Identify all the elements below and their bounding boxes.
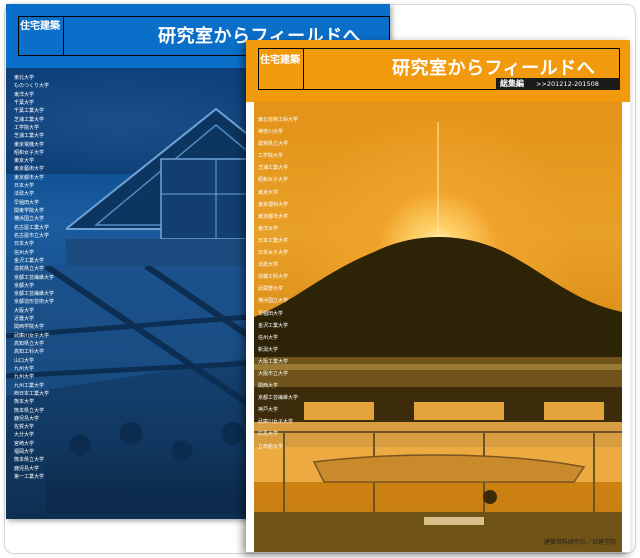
university-list-item: 鹿児島大学 [14,465,40,472]
university-list-item: 宮崎大学 [14,440,35,447]
university-list-item: 近畿大学 [14,316,35,323]
university-list-item: 京都工芸繊維大学 [14,291,55,298]
university-list-item: 立命館大学 [258,443,284,450]
university-list-item: 日本大学 [14,241,35,248]
university-list-item: 東京理科大学 [258,201,289,208]
date-range: >>201212-201508 [536,80,599,88]
university-list-item: 熊本大学 [14,399,35,406]
university-list-item: 京都造形芸術大学 [14,299,55,306]
university-list-item: 千葉大学 [14,99,35,106]
university-list-item: 京都工芸繊維大学 [14,274,55,281]
university-list-item: 前橋工科大学 [258,274,289,281]
university-list-item: 東京大学 [14,158,35,165]
university-list-item: 武庫川女子大学 [14,332,50,339]
university-list-item: 法政大学 [258,262,279,269]
university-list-item: 熊本県立大学 [14,457,45,464]
university-list-item: 東洋大学 [14,91,35,98]
university-list-item: 金沢工業大学 [14,257,45,264]
university-list-item: 名古屋工業大学 [14,224,50,231]
university-list-item: 鹿児島大学 [14,415,40,422]
university-list-item: 山口大学 [14,357,35,364]
university-list-item: 工学院大学 [14,124,40,131]
university-list-item: 第一工業大学 [14,474,45,480]
university-list-item: 西日本工業大学 [14,390,50,397]
university-list-item: 武蔵野大学 [258,286,284,293]
university-list-item: 新潟大学 [258,346,279,353]
university-list-item: 芝浦工業大学 [14,116,45,123]
university-list-item: 信州大学 [14,249,35,256]
university-list-item: 横浜国立大学 [258,298,289,305]
university-list-item: 佐賀大学 [14,424,35,431]
university-list-item: 九州大学 [14,374,35,381]
university-list-item: 芝浦工業大学 [14,133,45,140]
university-list-item: 日本女子大学 [258,250,289,257]
university-list-item: 日本工業大学 [258,237,289,244]
front-cover-orange: 住宅建築 研究室からフィールドへ 総集編 >>201212-201508 東北芸… [246,40,630,552]
university-list-item: 東京藝術大学 [14,166,45,173]
university-list-item: 金沢工業大学 [258,322,289,329]
university-list-item: 東京都市大学 [258,213,289,220]
front-university-list: 東北芸術工科大学 神奈川大学滋賀県立大学 工学院大学芝浦工業大学 昭和女子大学 東京大学… [258,114,368,453]
university-list-item: 京都工芸繊維大学 [258,395,299,402]
university-list-item: 早稲田大学 [258,310,284,317]
university-list-item: ものつくり大学 [14,83,50,90]
university-list-item: 昭和女子大学 [258,177,289,184]
front-cover-title: 研究室からフィールドへ [392,58,596,79]
university-list-item: 九州工業大学 [14,382,45,389]
university-list-item: 京都大学 [14,282,35,289]
university-list-item: 大阪市立大学 [258,370,289,377]
university-list-item: 神戸大学 [258,407,279,414]
university-list-item: 大分大学 [14,432,35,439]
university-list-item: 関西学院大学 [14,324,45,331]
university-list-item: 横浜国立大学 [14,216,45,223]
university-list-item: 福岡大学 [14,449,35,456]
university-list-item: 東北芸術工科大学 [258,117,299,123]
university-list-item: 関東学院大学 [14,208,45,214]
university-list-item: 関西大学 [258,383,279,390]
university-list-item: 名古屋市立大学 [14,232,50,239]
university-list-item: 東北大学 [14,75,35,81]
university-list-item: 東京電機大学 [14,141,45,148]
university-list-item: 高知工科大学 [14,349,45,356]
front-series-tag: 住宅建築 [260,55,300,66]
university-list-item: 千葉工業大学 [14,108,45,115]
university-list-item: 日本大学 [14,183,35,190]
back-series-tag: 住宅建築 [20,21,60,32]
university-list-item: 東京都市大学 [14,174,45,181]
university-list-item: 東京大学 [258,189,279,196]
university-list-item: 信州大学 [258,334,279,341]
university-list-item: 武庫川女子大学 [258,419,294,426]
university-list-item: 滋賀県立大学 [258,141,289,148]
edition-label: 総集編 [500,79,524,88]
university-list-item: 法政大学 [14,191,35,198]
university-list-item: 大阪大学 [14,307,35,314]
university-list-item: 神奈川大学 [258,129,284,136]
back-university-list: 東北大学 ものつくり大学 東洋大学 千葉大学 千葉工業大学 芝浦工業大学 工学院大学 芝浦工業… [14,74,124,481]
university-list-item: 九州大学 [14,365,35,372]
university-list-item: 滋賀県立大学 [14,266,45,273]
university-list-item: 大阪工業大学 [258,358,289,365]
university-list-item: 高知県立大学 [14,341,45,347]
university-list-item: 熊本県立大学 [14,407,45,414]
university-list-item: 東洋大学 [258,225,279,232]
university-list-item: 工学院大学 [258,153,284,160]
university-list-item: 広島大学 [258,431,279,438]
publisher-name: 建築資料研究社／日建学院 [543,539,616,546]
university-list-item: 昭和女子大学 [14,149,45,156]
university-list-item: 早稲田大学 [14,199,40,206]
university-list-item: 芝浦工業大学 [258,165,289,172]
